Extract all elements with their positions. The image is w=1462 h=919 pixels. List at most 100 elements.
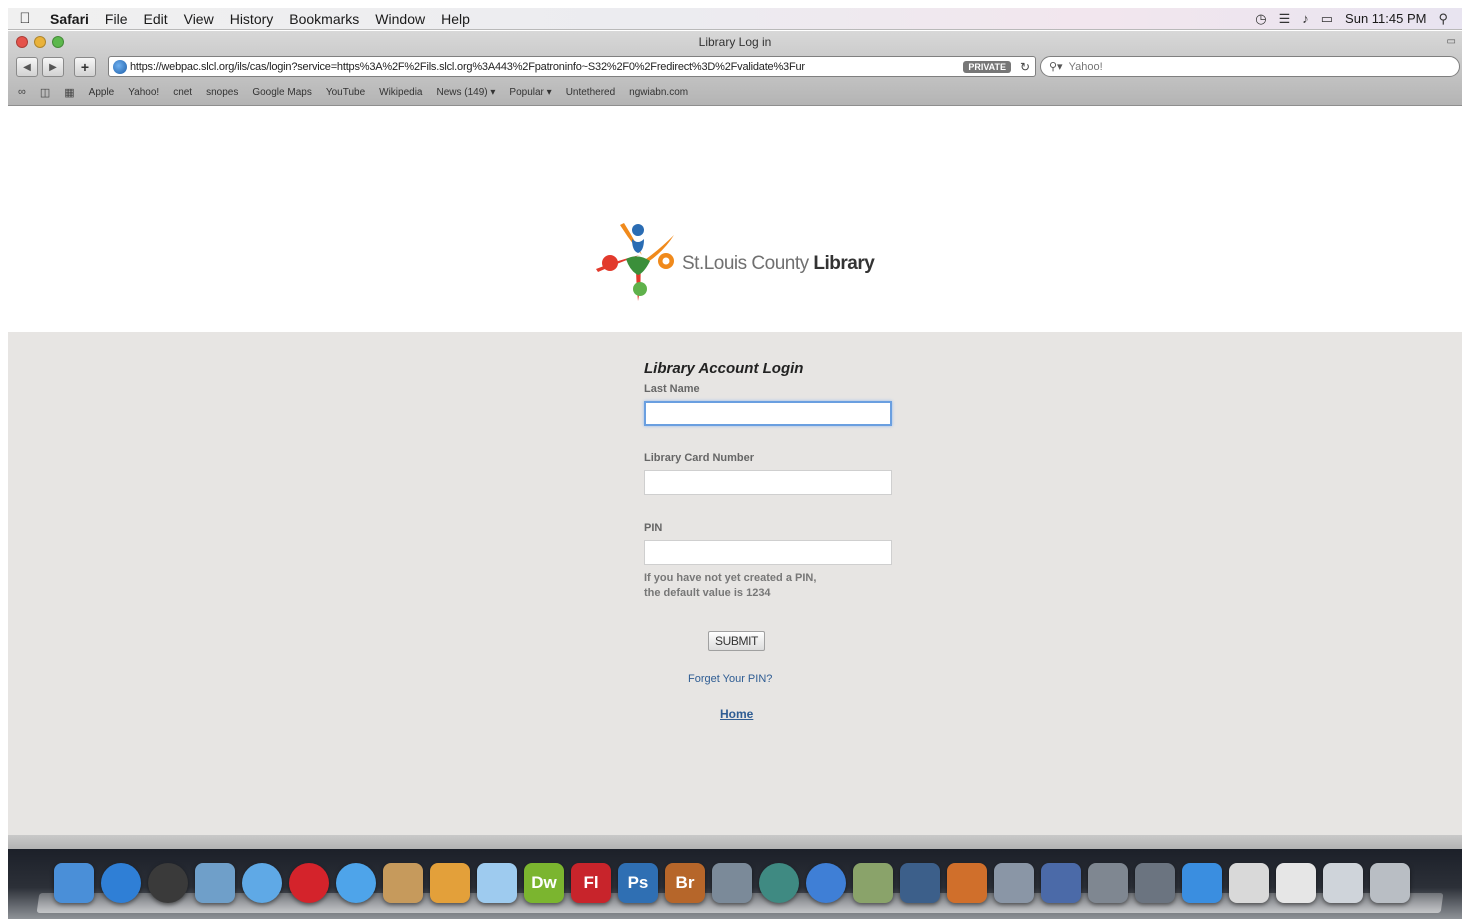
search-icon[interactable]: ⚲▾ (1049, 60, 1063, 73)
pin-hint: If you have not yet created a PIN, the d… (644, 571, 894, 601)
documents-icon[interactable] (1229, 863, 1269, 903)
bookmark-popular[interactable]: Popular ▾ (509, 87, 551, 98)
back-button[interactable]: ◀ (16, 57, 38, 77)
submit-button[interactable]: SUBMIT (708, 631, 765, 651)
reload-icon[interactable]: ↻ (1015, 60, 1035, 74)
browser-chrome: Library Log in ▭ ◀ ▶ + https://webpac.sl… (8, 31, 1462, 106)
itunes-icon[interactable] (806, 863, 846, 903)
opera-icon[interactable] (289, 863, 329, 903)
address-bar[interactable]: https://webpac.slcl.org/ils/cas/login?se… (108, 56, 1036, 77)
bookmark-news[interactable]: News (149) ▾ (436, 87, 495, 98)
book-icon[interactable]: ◫ (40, 86, 50, 99)
private-badge: PRIVATE (963, 60, 1011, 73)
home-link[interactable]: Home (720, 707, 904, 721)
battery-icon[interactable]: ▭ (1321, 11, 1333, 27)
card-number-label: Library Card Number (644, 452, 755, 464)
bookmark-wikipedia[interactable]: Wikipedia (379, 87, 422, 98)
forward-arrow-icon: ▶ (49, 61, 57, 73)
downloads-icon[interactable] (1182, 863, 1222, 903)
pen-icon[interactable] (994, 863, 1034, 903)
volume-icon[interactable]: ♪ (1302, 11, 1309, 26)
system-prefs-icon[interactable] (1088, 863, 1128, 903)
last-name-field[interactable] (644, 401, 892, 426)
search-bar[interactable]: ⚲▾ (1040, 56, 1460, 77)
bookmark-apple[interactable]: Apple (89, 87, 115, 98)
file-icon[interactable] (1276, 863, 1316, 903)
photoshop-icon[interactable]: Ps (618, 863, 658, 903)
pin-label: PIN (644, 522, 663, 534)
menu-edit[interactable]: Edit (135, 11, 175, 27)
address-book-icon[interactable] (383, 863, 423, 903)
window-bottom-bar (8, 835, 1462, 849)
menu-file[interactable]: File (97, 11, 136, 27)
web-page: St.Louis County Library Library Account … (8, 107, 1462, 835)
page-header: St.Louis County Library (8, 107, 1462, 332)
grab-icon[interactable] (1135, 863, 1175, 903)
photo-booth-icon[interactable] (712, 863, 752, 903)
forward-button[interactable]: ▶ (42, 57, 64, 77)
menu-history[interactable]: History (222, 11, 282, 27)
login-form: Library Account Login Last Name Library … (644, 360, 904, 721)
last-name-label: Last Name (644, 383, 700, 395)
bridge-icon[interactable]: Br (665, 863, 705, 903)
finder-icon[interactable] (54, 863, 94, 903)
keynote-icon[interactable] (947, 863, 987, 903)
search-input[interactable] (1068, 60, 1369, 73)
logo-text-bold: Library (813, 253, 875, 274)
preview-icon[interactable] (195, 863, 235, 903)
bookmark-youtube[interactable]: YouTube (326, 87, 365, 98)
bookmark-yahoo[interactable]: Yahoo! (128, 87, 159, 98)
dock: Dw Fl Ps Br (8, 849, 1462, 919)
flash-icon[interactable]: Fl (571, 863, 611, 903)
menu-help[interactable]: Help (433, 11, 478, 27)
dashboard-icon[interactable] (148, 863, 188, 903)
browser-toolbar: ◀ ▶ + https://webpac.slcl.org/ils/cas/lo… (8, 55, 1462, 79)
time-machine-icon[interactable] (759, 863, 799, 903)
time-machine-status-icon[interactable]: ◷ (1255, 11, 1266, 27)
wifi-icon[interactable]: ☰ (1279, 11, 1291, 27)
menu-view[interactable]: View (176, 11, 222, 27)
spotlight-icon[interactable]: ⚲ (1438, 11, 1448, 27)
card-number-field[interactable] (644, 470, 892, 495)
login-title: Library Account Login (644, 360, 804, 377)
pin-field[interactable] (644, 540, 892, 565)
iphoto-icon[interactable] (853, 863, 893, 903)
plus-icon: + (80, 59, 90, 75)
forgot-pin-link[interactable]: Forget Your PIN? (688, 673, 904, 685)
bookmark-snopes[interactable]: snopes (206, 87, 238, 98)
address-url[interactable]: https://webpac.slcl.org/ils/cas/login?se… (130, 61, 959, 73)
app-store-icon[interactable] (101, 863, 141, 903)
menu-bookmarks[interactable]: Bookmarks (281, 11, 367, 27)
dreamweaver-icon[interactable]: Dw (524, 863, 564, 903)
spaces-icon[interactable] (900, 863, 940, 903)
grapher-icon[interactable] (1041, 863, 1081, 903)
bookmark-ngwiabn[interactable]: ngwiabn.com (629, 87, 688, 98)
toolbar-toggle-icon[interactable]: ▭ (1447, 36, 1456, 47)
menu-window[interactable]: Window (367, 11, 433, 27)
people-icon[interactable] (430, 863, 470, 903)
add-bookmark-button[interactable]: + (74, 57, 96, 77)
apple-menu-icon[interactable]:  (8, 10, 42, 27)
dock-items: Dw Fl Ps Br (54, 863, 1410, 903)
top-sites-icon[interactable]: ▦ (64, 86, 74, 99)
folder-icon[interactable] (1323, 863, 1363, 903)
bookmark-untethered[interactable]: Untethered (566, 87, 615, 98)
window-title: Library Log in (698, 35, 772, 49)
site-globe-icon (113, 59, 127, 74)
status-area: ◷ ☰ ♪ ▭ Sun 11:45 PM ⚲ (1255, 11, 1462, 27)
menu-bar:  Safari File Edit View History Bookmark… (8, 8, 1462, 30)
login-section: Library Account Login Last Name Library … (8, 332, 1462, 835)
pin-hint-line-1: If you have not yet created a PIN, (644, 572, 817, 584)
bookmark-google-maps[interactable]: Google Maps (252, 87, 311, 98)
safari-icon[interactable] (242, 863, 282, 903)
ichat-icon[interactable] (336, 863, 376, 903)
trash-icon[interactable] (1370, 863, 1410, 903)
back-arrow-icon: ◀ (23, 61, 31, 73)
bookmark-cnet[interactable]: cnet (173, 87, 192, 98)
reading-glasses-icon[interactable]: ∞ (18, 86, 26, 98)
menu-app-safari[interactable]: Safari (42, 11, 97, 27)
logo-text-light: St.Louis County (682, 253, 814, 274)
library-logo-text[interactable]: St.Louis County Library (682, 253, 875, 275)
menu-clock[interactable]: Sun 11:45 PM (1345, 11, 1426, 26)
package-icon[interactable] (477, 863, 517, 903)
